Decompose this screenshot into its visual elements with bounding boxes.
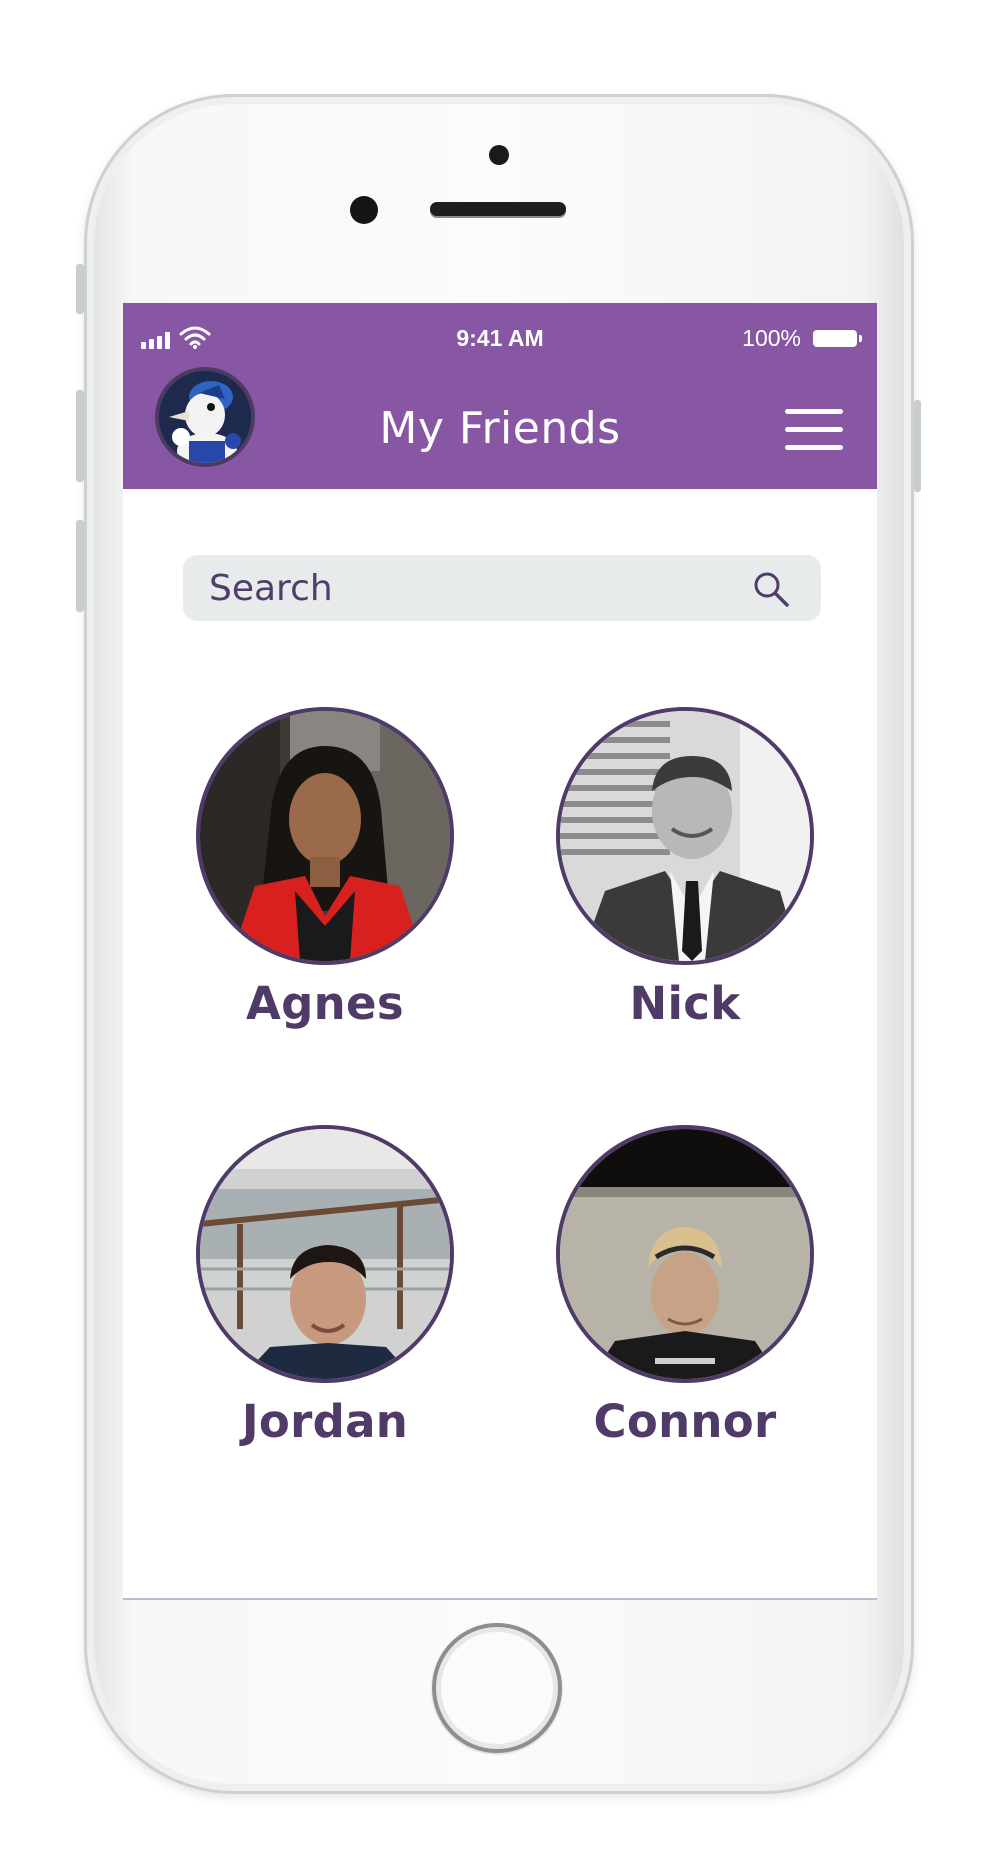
search-bar[interactable] [183,555,821,621]
friend-name: Connor [593,1395,777,1448]
proximity-sensor [489,145,509,165]
hamburger-menu-icon [785,409,843,414]
friend-card-jordan[interactable]: Jordan [175,1125,475,1448]
battery-percent: 100% [742,325,801,351]
earpiece-speaker [430,202,566,216]
app-header: 9:41 AM 100% My Friends [123,303,877,489]
app-screen: 9:41 AM 100% My Friends Search Agnes Nic… [123,303,877,1600]
search-input[interactable] [209,555,729,621]
friend-card-connor[interactable]: Connor [535,1125,835,1448]
friend-name: Agnes [246,977,404,1030]
friend-name: Jordan [241,1395,409,1448]
status-bar: 9:41 AM 100% [123,323,877,353]
agnes-photo [200,711,450,961]
friend-card-agnes[interactable]: Agnes [175,707,475,1030]
jordan-photo [200,1129,450,1379]
hamburger-menu-button[interactable] [785,409,845,453]
battery-icon [813,330,862,347]
friend-name: Nick [629,977,741,1030]
front-camera [350,196,378,224]
power-button [914,400,921,492]
friend-avatar[interactable] [556,1125,814,1383]
friend-card-nick[interactable]: Nick [535,707,835,1030]
friend-avatar[interactable] [196,1125,454,1383]
friend-avatar[interactable] [196,707,454,965]
device-mockup: 9:41 AM 100% My Friends Search Agnes Nic… [0,0,995,1867]
page-title: My Friends [379,403,621,454]
home-button[interactable] [432,1623,562,1753]
mute-switch [76,264,84,314]
nick-photo [560,711,810,961]
connor-photo [560,1129,810,1379]
volume-up-button [76,390,84,482]
search-icon[interactable] [751,569,791,609]
volume-down-button [76,520,84,612]
friend-avatar[interactable] [556,707,814,965]
